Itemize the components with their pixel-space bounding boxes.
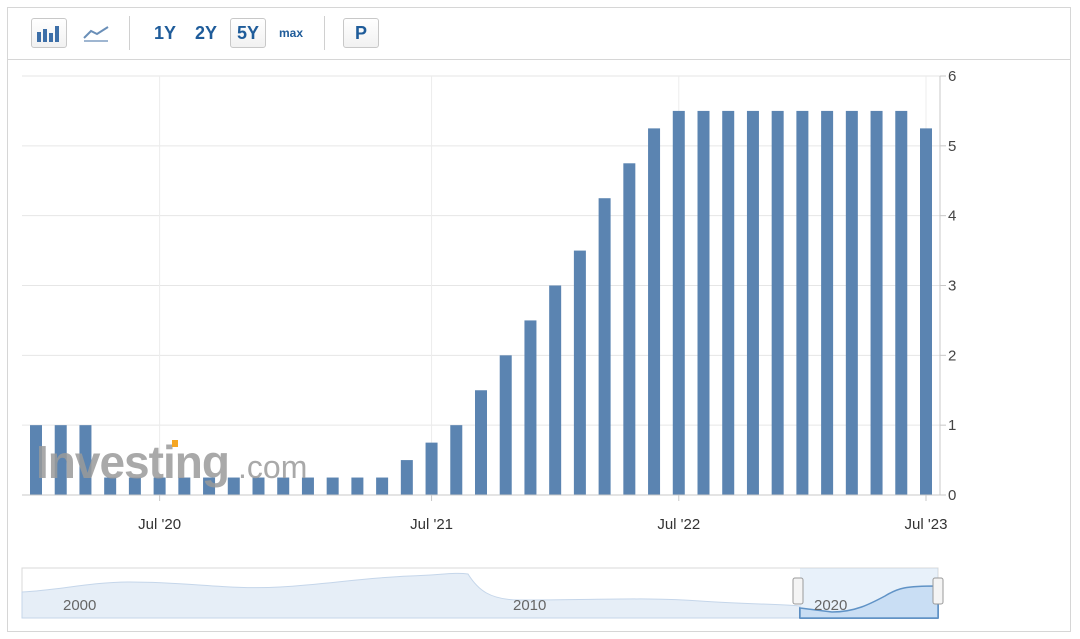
bar-13[interactable]: [351, 477, 364, 495]
bar-14[interactable]: [376, 477, 389, 495]
bar-16[interactable]: [425, 442, 438, 495]
x-tick-label: Jul '20: [138, 516, 181, 533]
navigator-label-2010: 2010: [513, 597, 546, 614]
bar-15[interactable]: [400, 460, 413, 495]
y-tick-label: 1: [948, 417, 956, 434]
y-tick-label: 5: [948, 138, 956, 155]
bar-21[interactable]: [549, 285, 562, 496]
bar-chart: Investing .com 0 1 2 3 4 5 6 Jul '20 Jul '21 Jul …: [21, 68, 956, 619]
x-tick-label: Jul '22: [657, 516, 700, 533]
bar-34[interactable]: [870, 110, 883, 496]
x-tick-label: Jul '23: [905, 516, 948, 533]
navigator-handle-left[interactable]: [792, 577, 804, 605]
navigator-handle-right[interactable]: [932, 577, 944, 605]
bar-32[interactable]: [821, 110, 834, 496]
bar-30[interactable]: [771, 110, 784, 496]
y-tick-label: 3: [948, 278, 956, 295]
bar-29[interactable]: [746, 110, 759, 496]
bar-28[interactable]: [722, 110, 735, 496]
navigator[interactable]: 2000 2010 2020: [21, 567, 944, 619]
bar-31[interactable]: [796, 110, 809, 496]
y-tick-label: 2: [948, 347, 956, 364]
x-tick-label: Jul '21: [410, 516, 453, 533]
bar-12[interactable]: [326, 477, 339, 495]
navigator-label-2000: 2000: [63, 597, 96, 614]
y-tick-label: 6: [948, 68, 956, 85]
bar-24[interactable]: [623, 163, 636, 495]
bar-18[interactable]: [475, 390, 487, 495]
watermark: Investing .com: [36, 436, 307, 488]
bar-35[interactable]: [895, 110, 908, 496]
y-tick-label: 0: [948, 487, 956, 504]
bar-26[interactable]: [672, 110, 685, 496]
bar-25[interactable]: [648, 128, 661, 495]
bar-27[interactable]: [697, 110, 710, 496]
bar-22[interactable]: [573, 250, 586, 495]
watermark-dot: [172, 440, 178, 447]
navigator-label-2020: 2020: [814, 597, 847, 614]
bar-23[interactable]: [598, 198, 611, 496]
bar-17[interactable]: [450, 425, 463, 495]
watermark-suffix: .com: [238, 449, 307, 485]
bar-36[interactable]: [920, 128, 932, 495]
bar-19[interactable]: [499, 355, 512, 495]
watermark-brand: Investing: [36, 436, 229, 488]
bar-20[interactable]: [524, 320, 537, 495]
y-tick-label: 4: [948, 208, 956, 225]
bar-33[interactable]: [845, 110, 858, 496]
